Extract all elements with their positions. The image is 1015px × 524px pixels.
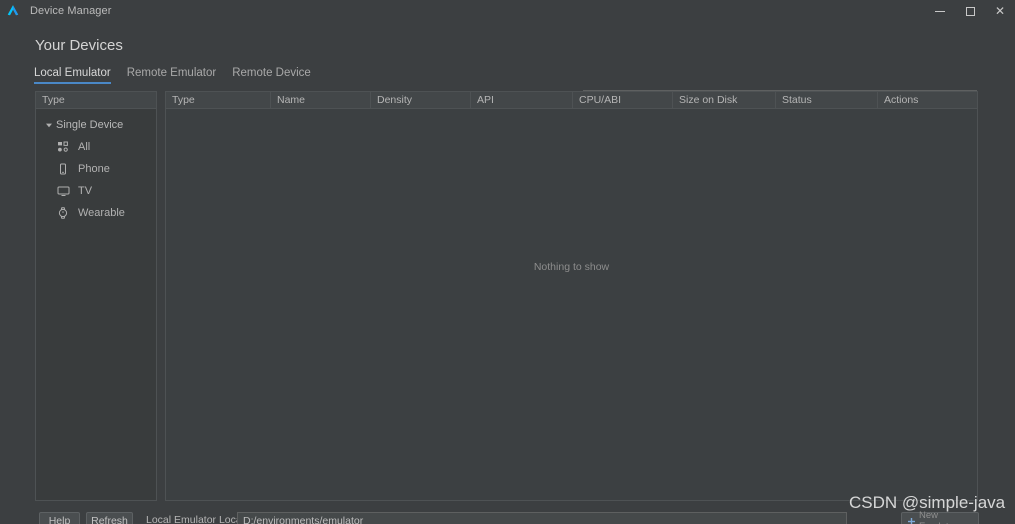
plus-icon <box>907 517 916 524</box>
minimize-icon <box>935 10 945 12</box>
close-icon: ✕ <box>994 4 1006 18</box>
column-header-cpu-abi[interactable]: CPU/ABI <box>573 92 673 108</box>
tab-local-emulator[interactable]: Local Emulator <box>34 67 111 84</box>
sidebar-item-phone[interactable]: Phone <box>36 158 156 180</box>
column-header-actions[interactable]: Actions <box>878 92 977 108</box>
device-table: Type Name Density API CPU/ABI Size on Di… <box>165 91 978 501</box>
column-header-size-on-disk[interactable]: Size on Disk <box>673 92 776 108</box>
empty-state-message: Nothing to show <box>533 261 610 273</box>
window-controls: ✕ <box>925 0 1015 22</box>
tree-node-single-device[interactable]: Single Device <box>36 114 156 136</box>
type-filter-sidebar: Type Single Device All Phone TV Wearable <box>35 91 157 501</box>
new-emulator-button[interactable]: New Emulator <box>901 510 979 524</box>
watch-icon <box>54 206 72 220</box>
page-title: Your Devices <box>35 37 123 54</box>
emulator-location-input[interactable]: D:/environments/emulator <box>237 512 847 524</box>
help-button[interactable]: Help <box>39 512 80 524</box>
tv-icon <box>54 184 72 198</box>
maximize-button[interactable] <box>955 0 985 22</box>
tab-remote-emulator[interactable]: Remote Emulator <box>127 67 216 84</box>
grid-devices-icon <box>54 140 72 154</box>
android-studio-logo-icon <box>5 3 21 19</box>
sidebar-item-label: All <box>78 141 91 153</box>
minimize-button[interactable] <box>925 0 955 22</box>
column-header-density[interactable]: Density <box>371 92 471 108</box>
footer-bar: Help Refresh Local Emulator Location: D:… <box>0 507 1015 524</box>
table-body: Nothing to show <box>166 109 977 500</box>
sidebar-item-wearable[interactable]: Wearable <box>36 202 156 224</box>
close-button[interactable]: ✕ <box>985 0 1015 22</box>
refresh-button[interactable]: Refresh <box>86 512 133 524</box>
sidebar-item-label: Phone <box>78 163 110 175</box>
sidebar-item-label: TV <box>78 185 93 197</box>
sidebar-item-label: Wearable <box>78 207 125 219</box>
sidebar-item-all[interactable]: All <box>36 136 156 158</box>
device-type-tabs: Local Emulator Remote Emulator Remote De… <box>34 67 311 84</box>
emulator-location-value: D:/environments/emulator <box>243 514 364 524</box>
sidebar-header-label: Type <box>42 94 65 106</box>
column-header-status[interactable]: Status <box>776 92 878 108</box>
window-title: Device Manager <box>30 5 112 17</box>
new-emulator-label: New Emulator <box>919 510 957 524</box>
tree-node-label: Single Device <box>56 119 124 131</box>
column-header-name[interactable]: Name <box>271 92 371 108</box>
window-titlebar: Device Manager ✕ <box>0 0 1015 22</box>
chevron-down-icon[interactable] <box>44 120 54 130</box>
phone-icon <box>54 162 72 176</box>
column-header-api[interactable]: API <box>471 92 573 108</box>
table-header-row: Type Name Density API CPU/ABI Size on Di… <box>166 92 977 109</box>
sidebar-header: Type <box>36 92 156 109</box>
sidebar-item-tv[interactable]: TV <box>36 180 156 202</box>
maximize-icon <box>965 6 975 16</box>
column-header-type[interactable]: Type <box>166 92 271 108</box>
device-type-tree: Single Device All Phone TV Wearable <box>36 109 156 224</box>
device-manager-page: Your Devices Local Emulator Remote Emula… <box>0 22 1015 524</box>
tab-remote-device[interactable]: Remote Device <box>232 67 311 84</box>
